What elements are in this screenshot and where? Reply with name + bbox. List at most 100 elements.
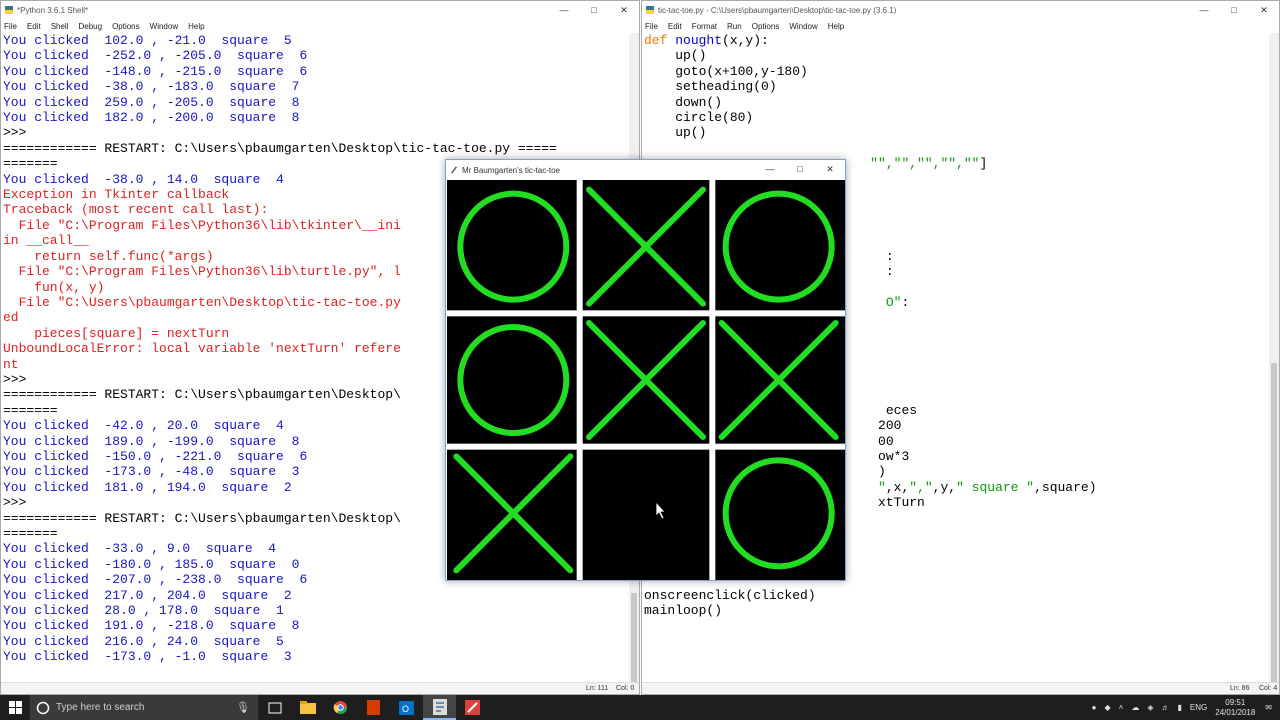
editor-status-col: Col: 4 (1259, 685, 1278, 692)
menu-file[interactable]: File (4, 22, 17, 31)
shell-line: You clicked -148.0 , -215.0 square 6 (3, 63, 308, 79)
shell-line: You clicked 182.0 , -200.0 square 8 (3, 110, 300, 126)
chevron-up-icon[interactable]: ˄ (1119, 703, 1124, 712)
windows-icon (8, 701, 22, 714)
taskbar-search[interactable]: Type here to search 🎙 (30, 695, 258, 720)
menu-edit[interactable]: Edit (668, 22, 682, 31)
python-idle-icon[interactable] (423, 695, 456, 720)
notifications-icon[interactable]: ✉ (1265, 703, 1272, 712)
python-icon (5, 6, 13, 14)
code-line: up() (644, 48, 707, 64)
shell-line: You clicked 217.0 , 204.0 square 2 (3, 587, 292, 603)
grid-line-h2 (447, 443, 845, 450)
clock[interactable]: 09:51 24/01/2018 (1215, 698, 1255, 718)
board-cell-0[interactable] (451, 184, 576, 309)
board-cell-2[interactable] (716, 184, 841, 309)
taskbar: Type here to search 🎙 O ● ◆ ˄ ☁ ◈ ♬ ▮ EN… (0, 695, 1280, 720)
turtle-titlebar[interactable]: Mr Baumgarten's tic-tac-toe — □ ✕ (446, 160, 845, 180)
editor-scrollbar[interactable] (1269, 33, 1279, 683)
shell-line: You clicked -38.0 , -183.0 square 7 (3, 79, 300, 95)
feather-app-icon[interactable] (456, 695, 489, 720)
shell-line: You clicked 102.0 , -21.0 square 5 (3, 33, 292, 48)
shell-titlebar[interactable]: *Python 3.6.1 Shell* — □ ✕ (1, 1, 639, 19)
editor-status-line: Ln: 86 (1230, 685, 1250, 692)
menu-run[interactable]: Run (727, 22, 742, 31)
menu-window[interactable]: Window (789, 22, 817, 31)
menu-edit[interactable]: Edit (27, 22, 41, 31)
shell-statusbar: Ln: 111 Col: 0 (1, 682, 639, 694)
shell-menubar: File Edit Shell Debug Options Window Hel… (1, 19, 639, 33)
shell-line: You clicked 28.0 , 178.0 square 1 (3, 603, 284, 619)
menu-help[interactable]: Help (188, 22, 204, 31)
code-line: down() (644, 94, 723, 110)
clock-time: 09:51 (1225, 697, 1246, 707)
close-icon[interactable]: ✕ (609, 1, 639, 19)
code-line: setheading(0) (644, 79, 777, 95)
turtle-window[interactable]: Mr Baumgarten's tic-tac-toe — □ ✕ (445, 159, 846, 581)
cloud-icon[interactable]: ☁ (1131, 703, 1139, 712)
editor-menubar: File Edit Format Run Options Window Help (642, 19, 1279, 33)
feather-icon (451, 166, 457, 174)
menu-debug[interactable]: Debug (78, 22, 102, 31)
battery-icon[interactable]: ▮ (1178, 703, 1182, 712)
menu-shell[interactable]: Shell (51, 22, 69, 31)
shell-status-line: Ln: 111 (586, 685, 609, 692)
dropbox-icon[interactable]: ◆ (1105, 703, 1111, 712)
system-tray: ● ◆ ˄ ☁ ◈ ♬ ▮ ENG 09:51 24/01/2018 ✉ (1092, 695, 1280, 720)
minimize-icon[interactable]: — (1189, 1, 1219, 19)
shell-line: You clicked 191.0 , -218.0 square 8 (3, 618, 300, 634)
grid-line-v2 (709, 180, 716, 580)
shell-scroll-thumb[interactable] (631, 593, 637, 693)
start-button[interactable] (0, 695, 30, 720)
minimize-icon[interactable]: — (755, 160, 785, 178)
svg-text:O: O (402, 704, 409, 714)
clock-date: 24/01/2018 (1215, 707, 1256, 717)
language-indicator[interactable]: ENG (1190, 703, 1207, 712)
code-line: circle(80) (644, 110, 754, 126)
code-line: onscreenclick(clicked) (644, 587, 816, 603)
code-line: up() (644, 125, 707, 141)
board-cell-3[interactable] (451, 317, 576, 442)
maximize-icon[interactable]: □ (579, 1, 609, 19)
editor-statusbar: Ln: 86 Col: 4 (642, 682, 1279, 694)
search-icon (36, 701, 50, 714)
menu-format[interactable]: Format (692, 22, 717, 31)
office-icon[interactable] (357, 695, 390, 720)
editor-scroll-thumb[interactable] (1271, 363, 1277, 683)
menu-options[interactable]: Options (752, 22, 780, 31)
people-icon[interactable]: ● (1092, 703, 1097, 712)
chrome-icon[interactable] (324, 695, 357, 720)
maximize-icon[interactable]: □ (1219, 1, 1249, 19)
tic-tac-toe-board[interactable] (447, 180, 845, 580)
shell-title: *Python 3.6.1 Shell* (17, 5, 89, 15)
shell-line: ============ RESTART: C:\Users\pbaumgart… (3, 140, 557, 156)
search-placeholder: Type here to search (56, 702, 145, 713)
grid-line-h1 (447, 310, 845, 317)
shell-line: You clicked -173.0 , -1.0 square 3 (3, 649, 292, 665)
turtle-title: Mr Baumgarten's tic-tac-toe (462, 165, 561, 175)
task-view-icon[interactable] (258, 695, 291, 720)
maximize-icon[interactable]: □ (785, 160, 815, 178)
editor-title: tic-tac-toe.py - C:\Users\pbaumgarten\De… (658, 5, 897, 15)
code-line: mainloop() (644, 603, 723, 619)
close-icon[interactable]: ✕ (815, 160, 845, 178)
minimize-icon[interactable]: — (549, 1, 579, 19)
board-cell-7[interactable] (584, 451, 709, 576)
microphone-icon[interactable]: 🎙 (236, 701, 250, 714)
python-icon (646, 6, 654, 14)
shell-line: >>> (3, 125, 35, 141)
shell-status-col: Col: 0 (616, 685, 635, 692)
menu-help[interactable]: Help (828, 22, 844, 31)
close-icon[interactable]: ✕ (1249, 1, 1279, 19)
shell-line: You clicked 216.0 , 24.0 square 5 (3, 633, 284, 649)
menu-window[interactable]: Window (150, 22, 178, 31)
volume-icon[interactable]: ♬ (1162, 703, 1170, 712)
board-cell-8[interactable] (716, 451, 841, 576)
menu-file[interactable]: File (645, 22, 658, 31)
outlook-icon[interactable]: O (390, 695, 423, 720)
menu-options[interactable]: Options (112, 22, 140, 31)
editor-titlebar[interactable]: tic-tac-toe.py - C:\Users\pbaumgarten\De… (642, 1, 1279, 19)
wifi-icon[interactable]: ◈ (1147, 703, 1153, 712)
file-explorer-icon[interactable] (291, 695, 324, 720)
